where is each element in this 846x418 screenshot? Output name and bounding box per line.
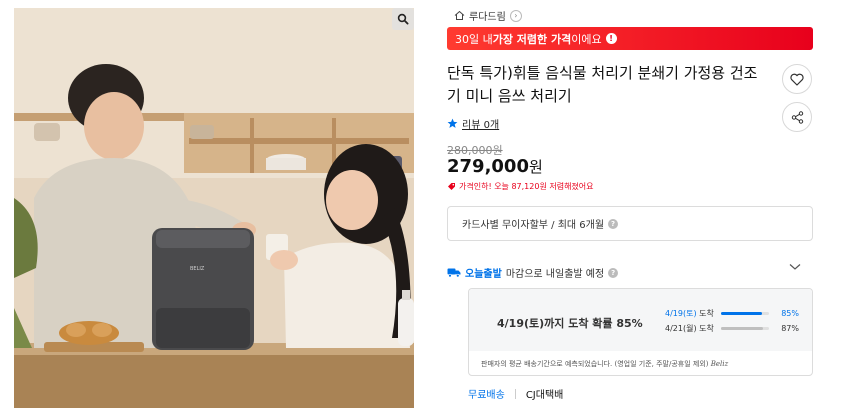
review-count: 리뷰 0개 <box>462 120 500 131</box>
probability-bar <box>721 312 769 315</box>
arrival-summary: 4/19(토)까지 도착 확률 85% 4/19(토) 도착 85% 4/21(… <box>469 289 812 351</box>
truck-icon <box>447 268 461 278</box>
chevron-down-icon[interactable] <box>789 263 801 271</box>
arrival-footnote: 판매자의 평균 배송기간으로 예측되었습니다. (영업일 기준, 주말/공휴일 … <box>481 359 728 369</box>
arrival-estimate-box: 4/19(토)까지 도착 확률 85% 4/19(토) 도착 85% 4/21(… <box>468 288 813 376</box>
probability-bar-fill <box>721 312 762 315</box>
help-icon[interactable]: ? <box>608 267 619 278</box>
banner-prefix: 30일 내 <box>455 32 493 46</box>
banner-highlight: 가장 저렴한 가격 <box>492 32 572 46</box>
product-title: 단독 특가)휘틀 음식물 처리기 분쇄기 가정용 건조기 미니 음쓰 처리기 <box>447 64 758 105</box>
dispatch-label: 마감으로 내일출발 예정 <box>505 269 605 280</box>
heart-icon <box>790 73 804 86</box>
footnote-text: 판매자의 평균 배송기간으로 예측되었습니다. (영업일 기준, 주말/공휴일 … <box>481 360 709 368</box>
sale-price-number: 279,000 <box>447 156 529 177</box>
arrival-suffix: 도착 <box>699 309 714 318</box>
sale-price: 279,000원 <box>447 156 543 177</box>
store-name: 루다드림 <box>469 12 506 23</box>
product-image[interactable]: BELIZ <box>14 8 414 408</box>
brand-mark: Beliz <box>710 360 729 368</box>
today-dispatch-badge: 오늘출발 <box>465 269 502 280</box>
courier-label: CJ대택배 <box>525 390 564 401</box>
chevron-right-icon: › <box>509 9 522 22</box>
price-drop-note: 가격인하! 오늘 87,120원 저렴해졌어요 <box>447 181 594 192</box>
probability-value: 85% <box>781 309 799 318</box>
store-link[interactable]: 루다드림 › <box>454 8 522 23</box>
arrival-suffix: 도착 <box>699 324 714 333</box>
card-installment-label: 카드사별 무이자할부 / 최대 6개월 <box>462 220 605 231</box>
star-icon <box>447 118 458 128</box>
home-icon <box>454 10 465 20</box>
arrival-headline: 4/19(토)까지 도착 확률 85% <box>497 317 643 330</box>
probability-value: 87% <box>781 324 799 333</box>
share-icon <box>791 110 803 124</box>
svg-text:BELIZ: BELIZ <box>190 266 205 272</box>
arrival-stat-row: 4/19(토) 도착 85% <box>665 308 799 319</box>
magnifier-icon <box>397 13 409 25</box>
probability-bar-fill <box>721 327 763 330</box>
wishlist-button[interactable] <box>782 64 812 94</box>
help-icon[interactable]: ? <box>608 218 619 229</box>
divider <box>514 388 516 399</box>
product-photo-illustration: BELIZ <box>14 8 414 408</box>
probability-bar <box>721 327 769 330</box>
card-installment-info[interactable]: 카드사별 무이자할부 / 최대 6개월 ? <box>447 206 813 241</box>
price-drop-text: 가격인하! 오늘 87,120원 저렴해졌어요 <box>459 182 594 191</box>
product-info-panel: 루다드림 › 30일 내 가장 저렴한 가격 이에요 ! 단독 특가)휘틀 음식… <box>447 0 819 418</box>
zoom-button[interactable] <box>392 8 414 30</box>
price-tag-icon <box>448 183 455 190</box>
sale-price-unit: 원 <box>528 158 543 176</box>
shipping-row[interactable]: 오늘출발 마감으로 내일출발 예정 ? <box>447 263 813 280</box>
arrival-date: 4/21(월) <box>665 324 697 333</box>
arrival-stat-row: 4/21(월) 도착 87% <box>665 323 799 334</box>
arrival-date: 4/19(토) <box>665 309 697 318</box>
share-button[interactable] <box>782 102 812 132</box>
delivery-options: 무료배송 CJ대택배 <box>468 386 563 401</box>
free-shipping-label: 무료배송 <box>468 390 505 401</box>
lowest-price-banner: 30일 내 가장 저렴한 가격 이에요 ! <box>447 27 813 50</box>
info-icon[interactable]: ! <box>605 33 617 44</box>
review-link[interactable]: 리뷰 0개 <box>447 116 499 131</box>
banner-suffix: 이에요 <box>571 32 602 46</box>
